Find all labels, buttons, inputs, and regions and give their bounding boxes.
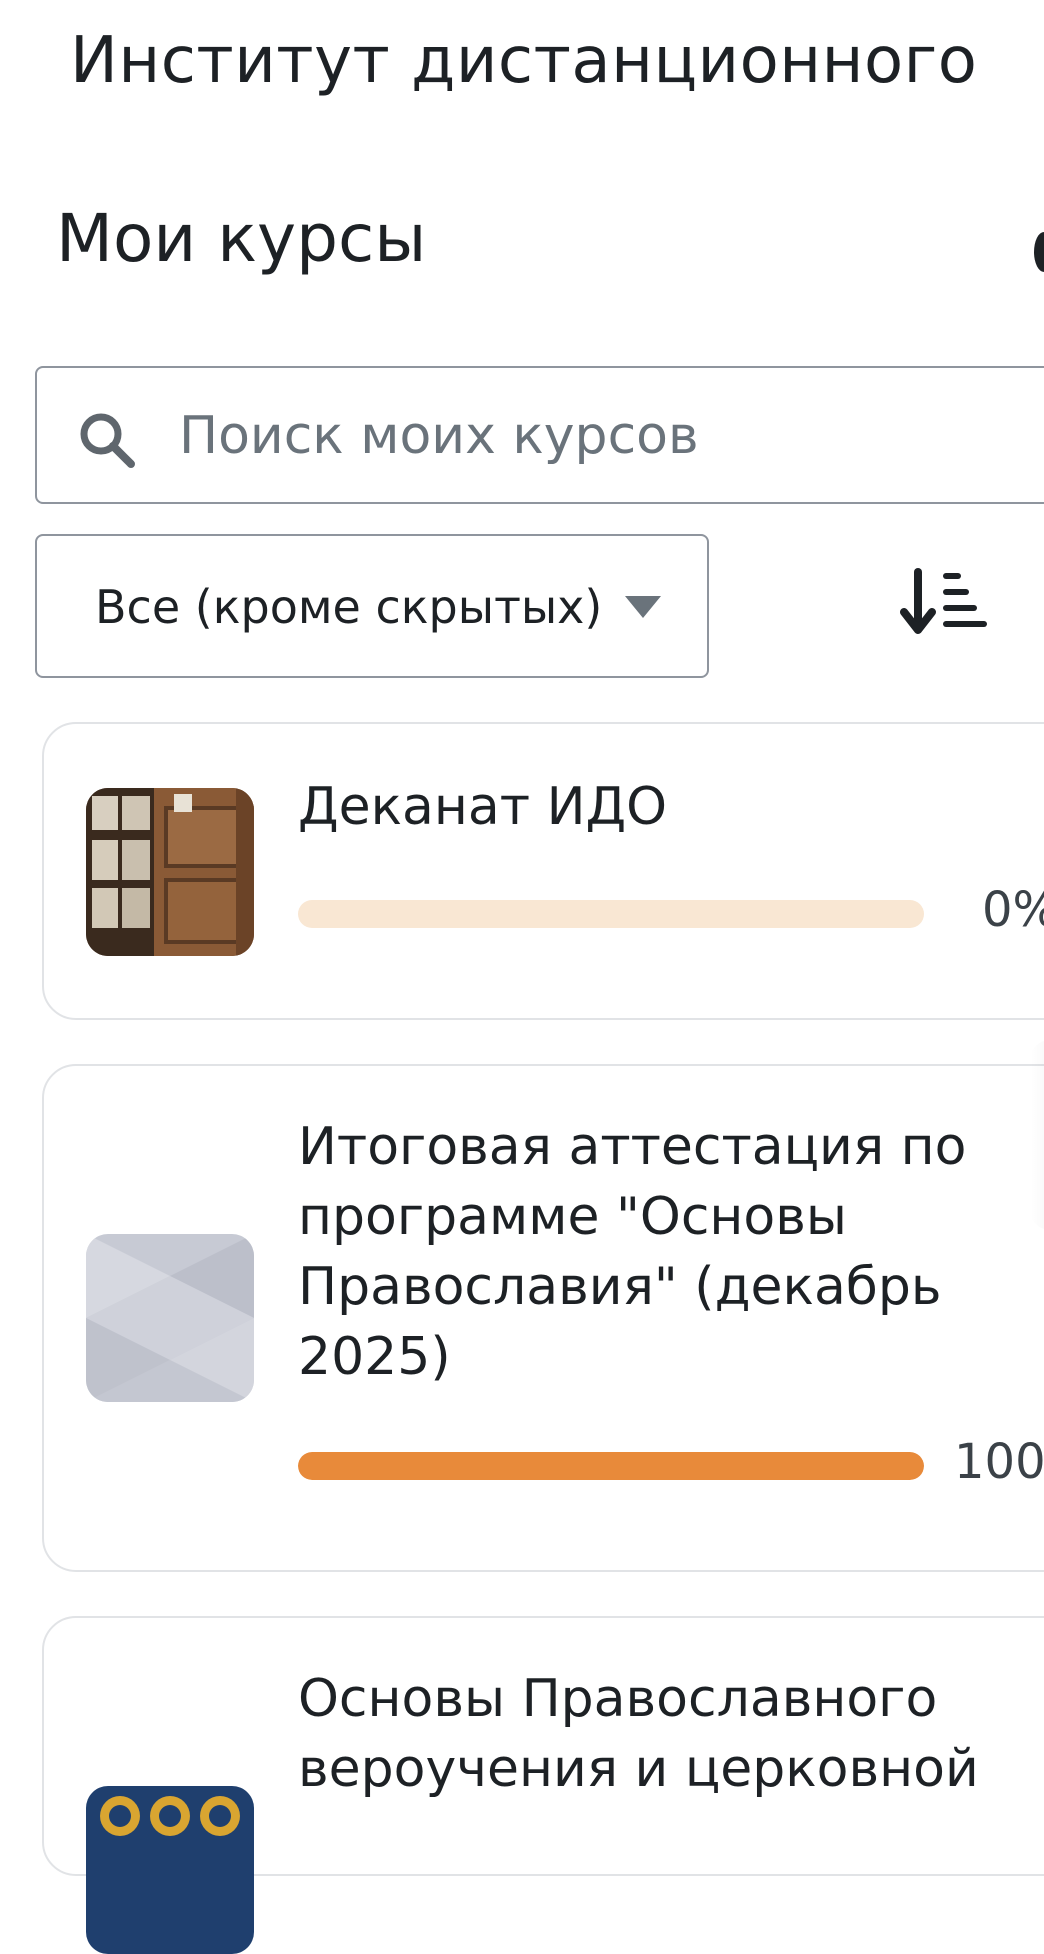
user-menu-edge[interactable] [1034, 232, 1044, 272]
filter-selected-label: Все (кроме скрытых) [95, 580, 603, 634]
course-title[interactable]: Итоговая аттестация по программе "Основы… [298, 1112, 1038, 1392]
app-title: Институт дистанционного [70, 24, 978, 98]
progress-bar [298, 1452, 924, 1480]
course-card[interactable]: Основы Православного вероучения и церков… [42, 1616, 1044, 1954]
scroll-edge-shadow [1030, 1040, 1044, 1230]
course-image[interactable] [86, 788, 254, 956]
default-pattern-image [86, 1234, 254, 1402]
search-input[interactable] [179, 398, 1029, 474]
page-title: Мои курсы [56, 200, 427, 277]
caret-down-icon [625, 596, 661, 618]
search-icon [80, 413, 135, 468]
course-card[interactable]: Итоговая аттестация по программе "Основы… [42, 1064, 1044, 1572]
sort-ascending-icon [900, 568, 987, 634]
course-card[interactable]: Деканат ИДО 0% [42, 722, 1044, 1020]
progress-label: 0% [982, 882, 1044, 938]
sort-button[interactable] [900, 562, 990, 646]
progress-fill [298, 1452, 924, 1480]
course-title[interactable]: Деканат ИДО [298, 772, 1038, 842]
course-image[interactable] [86, 1234, 254, 1402]
course-title[interactable]: Основы Православного вероучения и церков… [298, 1664, 1038, 1804]
course-filter-select[interactable]: Все (кроме скрытых) [35, 534, 709, 678]
archive-shelves-image [86, 788, 254, 956]
progress-bar [298, 900, 924, 928]
course-image[interactable] [86, 1786, 254, 1954]
search-box[interactable] [35, 366, 1044, 504]
progress-label: 100% [954, 1434, 1044, 1490]
mosaic-image [86, 1786, 254, 1954]
